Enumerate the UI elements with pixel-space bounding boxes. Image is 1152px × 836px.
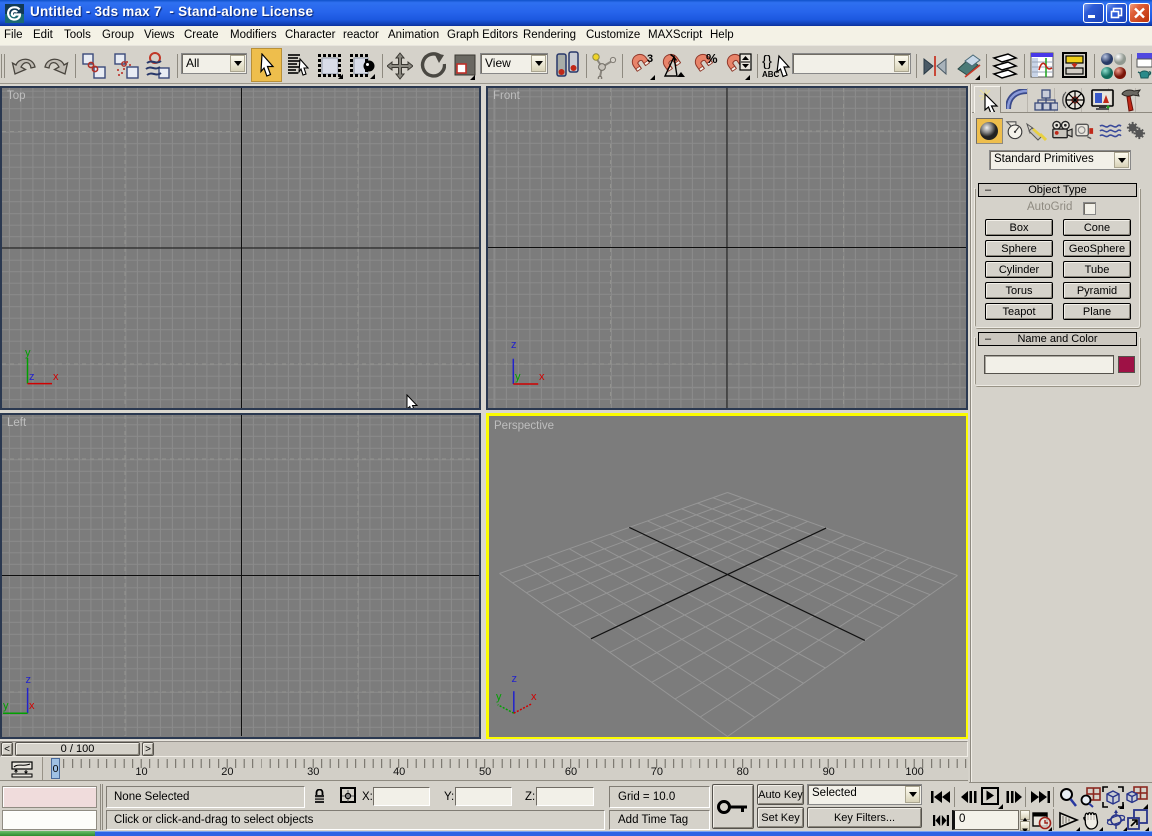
svg-text:z: z [29, 371, 35, 383]
svg-text:x: x [29, 700, 35, 712]
svg-text:Perspective: Perspective [494, 420, 554, 432]
svg-text:%: % [706, 52, 718, 66]
svg-text:z: z [511, 339, 517, 351]
svg-text:z: z [511, 673, 517, 685]
svg-text:y: y [515, 371, 521, 383]
svg-text:{}: {} [762, 53, 772, 70]
svg-text:x: x [539, 371, 545, 383]
svg-text:z: z [26, 674, 32, 686]
svg-text:y: y [25, 347, 31, 359]
svg-text:y: y [496, 691, 502, 703]
svg-text:3: 3 [647, 53, 653, 65]
svg-text:x: x [531, 691, 537, 703]
svg-text:x: x [53, 371, 59, 383]
svg-text:y: y [3, 700, 9, 712]
